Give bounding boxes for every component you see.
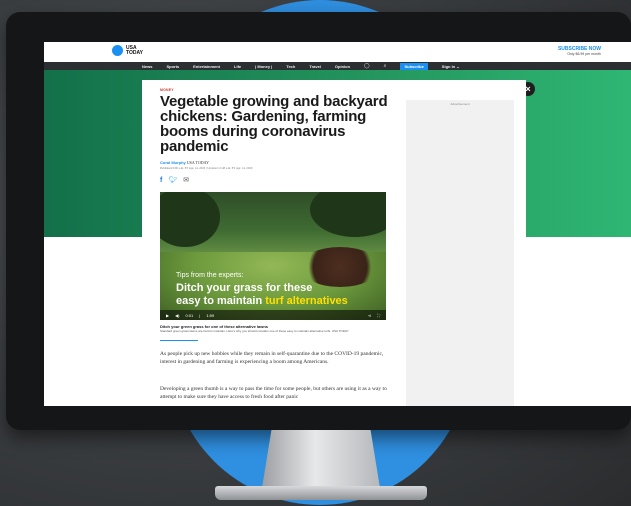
logo-text: USA TODAY (126, 44, 143, 56)
play-icon[interactable]: ▶ (166, 313, 169, 318)
volume-icon[interactable]: ◀︎) (175, 313, 179, 318)
outlet-name: USA TODAY (186, 160, 210, 165)
logo-dot-icon (112, 45, 123, 56)
nav-item-money[interactable]: | Money | (255, 64, 272, 69)
monitor-screen: USA TODAY SUBSCRIBE NOW Only $6.99 per m… (44, 42, 631, 406)
video-player[interactable]: Tips from the experts: Ditch your grass … (160, 192, 386, 320)
video-caption-line2: easy to maintain turf alternatives (176, 296, 348, 307)
video-controls: ▶ ◀︎) 0:01 | 1:59 ⋖ ⛶ (160, 310, 386, 320)
fullscreen-icon[interactable]: ⛶ (377, 313, 380, 318)
video-caption-highlight: turf alternatives (265, 295, 348, 307)
article-paragraph: As people pick up new hobbies while they… (160, 351, 384, 365)
nav-item-entertainment[interactable]: Entertainment (193, 64, 220, 69)
monitor-bezel: USA TODAY SUBSCRIBE NOW Only $6.99 per m… (6, 12, 631, 430)
nav-item-travel[interactable]: Travel (309, 64, 321, 69)
nav-item-life[interactable]: Life (234, 64, 241, 69)
video-caption-plain: easy to maintain (176, 295, 263, 307)
sign-in-button[interactable]: Sign In ⌄ (442, 64, 460, 69)
byline: Coral Murphy USA TODAY (160, 160, 209, 165)
nav-subscribe-button[interactable]: Subscribe (400, 62, 428, 70)
video-caption-small: Tips from the experts: (176, 272, 244, 279)
video-description: Standard green grass lawns are hard to m… (160, 329, 349, 333)
time-separator: | (199, 312, 201, 318)
article-card: MONEY Vegetable growing and backyard chi… (142, 80, 526, 406)
ad-label: Advertisement (450, 102, 470, 106)
site-header: USA TODAY SUBSCRIBE NOW Only $6.99 per m… (44, 42, 631, 62)
article-paragraph: Developing a green thumb is a way to pas… (160, 386, 387, 400)
site-logo[interactable]: USA TODAY (112, 45, 146, 56)
nav-item-opinion[interactable]: Opinion (335, 64, 350, 69)
email-icon[interactable]: ✉ (183, 176, 189, 184)
search-icon[interactable]: ⌕ (384, 63, 387, 69)
weather-icon[interactable]: ◯ (364, 63, 370, 69)
monitor-stand-neck (262, 430, 380, 488)
share-icon[interactable]: ⋖ (368, 313, 371, 318)
twitter-icon[interactable]: 🐦︎ (168, 176, 177, 184)
nav-item-news[interactable]: News (142, 64, 152, 69)
monitor-stand-base (215, 486, 427, 500)
subscribe-now-price: Only $6.99 per month (567, 52, 601, 56)
ad-slot[interactable]: Advertisement (406, 100, 514, 406)
main-nav: News Sports Entertainment Life | Money |… (44, 62, 631, 70)
video-caption-line1: Ditch your grass for these (176, 282, 313, 294)
divider (160, 340, 198, 341)
time-total: 1:59 (206, 312, 215, 318)
nav-item-sports[interactable]: Sports (166, 64, 179, 69)
article-headline: Vegetable growing and backyard chickens:… (160, 93, 388, 155)
section-tag[interactable]: MONEY (160, 88, 174, 92)
video-tree (160, 192, 220, 247)
share-row: f 🐦︎ ✉ (160, 176, 189, 185)
dateline: Published 6:00 a.m. ET Apr. 14, 2020 | U… (160, 166, 253, 170)
subscribe-now-link[interactable]: SUBSCRIBE NOW Only $6.99 per month (558, 46, 601, 56)
time-current: 0:01 (185, 312, 194, 318)
author-link[interactable]: Coral Murphy (160, 160, 186, 165)
nav-item-tech[interactable]: Tech (286, 64, 295, 69)
video-flowerbed (300, 247, 380, 287)
video-tree (310, 192, 386, 237)
facebook-icon[interactable]: f (160, 177, 162, 184)
